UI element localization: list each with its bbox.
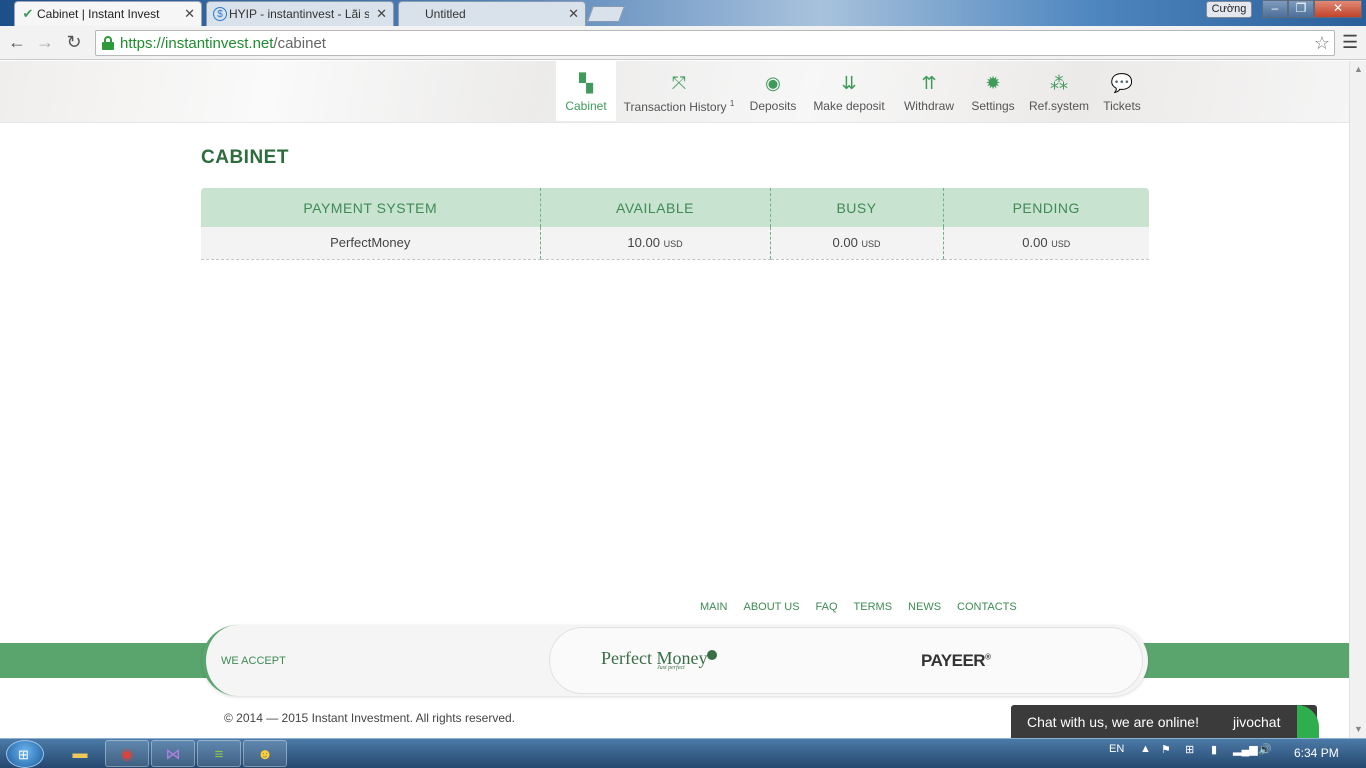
page-title: CABINET — [201, 147, 289, 168]
chat-brand: jivochat — [1233, 714, 1281, 730]
coin-icon: ◉ — [765, 73, 781, 93]
minimize-button[interactable]: ‒ — [1262, 0, 1288, 18]
jivochat-widget[interactable]: Chat with us, we are online! jivochat — [1011, 705, 1319, 738]
table-header-row: PAYMENT SYSTEM AVAILABLE BUSY PENDING — [201, 188, 1149, 227]
tab-cabinet[interactable]: ✔ Cabinet | Instant Invest ✕ — [14, 1, 202, 26]
hierarchy-icon: ⁂ — [1050, 73, 1068, 93]
explorer-taskbar-icon[interactable]: ▬ — [58, 740, 102, 767]
grid-icon: ▚ — [579, 73, 593, 93]
nav-tickets[interactable]: 💬 Tickets — [1099, 61, 1145, 121]
reload-icon[interactable]: ↻ — [63, 32, 85, 53]
nav-label: Withdraw — [903, 99, 954, 113]
download-icon: ⇊ — [841, 73, 857, 93]
tab-untitled[interactable]: Untitled ✕ — [398, 1, 586, 26]
lock-icon — [102, 36, 114, 50]
upload-icon: ⇈ — [921, 73, 937, 93]
pending-cell: 0.00 USD — [942, 227, 1149, 260]
nav-make-deposit[interactable]: ⇊ Make deposit — [808, 61, 890, 121]
tab-label: Untitled — [425, 7, 466, 21]
nav-label: Transaction History — [623, 100, 727, 114]
col-busy: BUSY — [769, 188, 943, 227]
windows-tray-icon[interactable]: ⊞ — [1185, 743, 1194, 756]
we-accept-label: WE ACCEPT — [221, 655, 286, 667]
url-text: https://instantinvest.net/cabinet — [120, 35, 326, 52]
busy-cell: 0.00 USD — [769, 227, 943, 260]
chat-message: Chat with us, we are online! — [1027, 714, 1199, 730]
tab-label: Cabinet | Instant Invest — [37, 7, 160, 21]
footer-link-contacts[interactable]: CONTACTS — [957, 601, 1017, 613]
stack-app-taskbar-icon[interactable]: ≡ — [197, 740, 241, 767]
visual-studio-taskbar-icon[interactable]: ⋈ — [151, 740, 195, 767]
forward-icon[interactable]: → — [34, 32, 56, 53]
nav-label: Settings — [971, 99, 1015, 113]
col-pending: PENDING — [942, 188, 1149, 227]
payment-system-cell: PerfectMoney — [201, 227, 540, 260]
gear-icon: ✹ — [985, 73, 1001, 93]
scroll-up-icon[interactable]: ▲ — [1354, 64, 1363, 74]
footer-nav: MAIN ABOUT US FAQ TERMS NEWS CONTACTS — [700, 601, 1017, 613]
menu-icon[interactable]: ☰ — [1342, 32, 1358, 53]
back-icon[interactable]: ← — [6, 32, 28, 53]
nav-ref-system[interactable]: ⁂ Ref.system — [1027, 61, 1091, 121]
profile-button[interactable]: Cường — [1206, 1, 1252, 18]
taskbar-clock[interactable]: 6:34 PM — [1294, 746, 1339, 760]
table-row: PerfectMoney 10.00 USD 0.00 USD 0.00 USD — [201, 227, 1149, 260]
chat-bubble-icon: 💬 — [1110, 73, 1134, 93]
perfect-money-tagline: Just perfect — [657, 665, 685, 671]
close-tab-icon[interactable]: ✕ — [376, 6, 387, 22]
balances-table: PAYMENT SYSTEM AVAILABLE BUSY PENDING Pe… — [201, 188, 1149, 260]
copyright-text: © 2014 — 2015 Instant Investment. All ri… — [224, 711, 515, 725]
footer-link-faq[interactable]: FAQ — [816, 601, 838, 613]
nav-label: Deposits — [749, 99, 797, 113]
language-indicator[interactable]: EN — [1109, 743, 1124, 755]
show-hidden-icons-icon[interactable]: ▲ — [1140, 743, 1151, 755]
arrows-expand-icon: ⤧ — [671, 73, 687, 93]
perfect-money-logo[interactable]: Perfect Money Just perfect — [601, 648, 717, 671]
payeer-logo[interactable]: PAYEER® — [921, 651, 991, 671]
check-icon: ✔ — [22, 6, 34, 21]
page-scrollbar[interactable]: ▲ ▼ — [1349, 61, 1366, 738]
nav-deposits[interactable]: ◉ Deposits — [745, 61, 801, 121]
action-center-flag-icon[interactable]: ⚑ — [1161, 743, 1171, 756]
maximize-button[interactable]: ❐ — [1288, 0, 1314, 18]
nav-settings[interactable]: ✹ Settings — [967, 61, 1019, 121]
footer-link-main[interactable]: MAIN — [700, 601, 728, 613]
network-signal-icon[interactable]: ▂▄▆ — [1233, 743, 1258, 756]
jivochat-leaf-icon — [1297, 705, 1319, 738]
close-window-button[interactable]: ✕ — [1314, 0, 1362, 18]
browser-toolbar: ← → ↻ https://instantinvest.net/cabinet … — [0, 26, 1366, 60]
nav-count: 1 — [729, 99, 735, 108]
nav-label: Tickets — [1103, 99, 1141, 113]
footer-link-terms[interactable]: TERMS — [854, 601, 893, 613]
dollar-icon: $ — [213, 7, 227, 21]
tab-hyip[interactable]: $ HYIP - instantinvest - Lãi s ✕ — [206, 1, 394, 26]
col-payment-system: PAYMENT SYSTEM — [201, 188, 540, 227]
close-tab-icon[interactable]: ✕ — [184, 6, 195, 22]
new-tab-button[interactable] — [587, 6, 625, 22]
nav-label: Make deposit — [813, 99, 885, 113]
bookmark-star-icon[interactable]: ☆ — [1314, 33, 1330, 54]
nav-label: Ref.system — [1028, 99, 1089, 113]
scroll-down-icon[interactable]: ▼ — [1354, 724, 1363, 734]
perfect-money-mark-icon — [707, 650, 717, 660]
battery-icon[interactable]: ▮ — [1211, 743, 1217, 756]
nav-cabinet[interactable]: ▚ Cabinet — [556, 61, 616, 121]
browser-titlebar — [0, 0, 1366, 26]
address-bar[interactable]: https://instantinvest.net/cabinet ☆ — [95, 30, 1335, 56]
chrome-taskbar-icon[interactable]: ◉ — [105, 740, 149, 767]
windows-logo-icon: ⊞ — [18, 747, 29, 762]
footer-link-about[interactable]: ABOUT US — [744, 601, 800, 613]
footer-link-news[interactable]: NEWS — [908, 601, 941, 613]
nav-label: Cabinet — [565, 99, 607, 113]
nav-withdraw[interactable]: ⇈ Withdraw — [899, 61, 959, 121]
nav-transaction-history[interactable]: ⤧ Transaction History 1 — [622, 61, 736, 121]
messenger-taskbar-icon[interactable]: ☻ — [243, 740, 287, 767]
available-cell: 10.00 USD — [539, 227, 770, 260]
start-button[interactable]: ⊞ — [6, 740, 44, 768]
tab-label: HYIP - instantinvest - Lãi s — [229, 7, 369, 21]
volume-icon[interactable]: 🔊 — [1258, 743, 1272, 756]
col-available: AVAILABLE — [539, 188, 770, 227]
close-tab-icon[interactable]: ✕ — [568, 6, 579, 22]
